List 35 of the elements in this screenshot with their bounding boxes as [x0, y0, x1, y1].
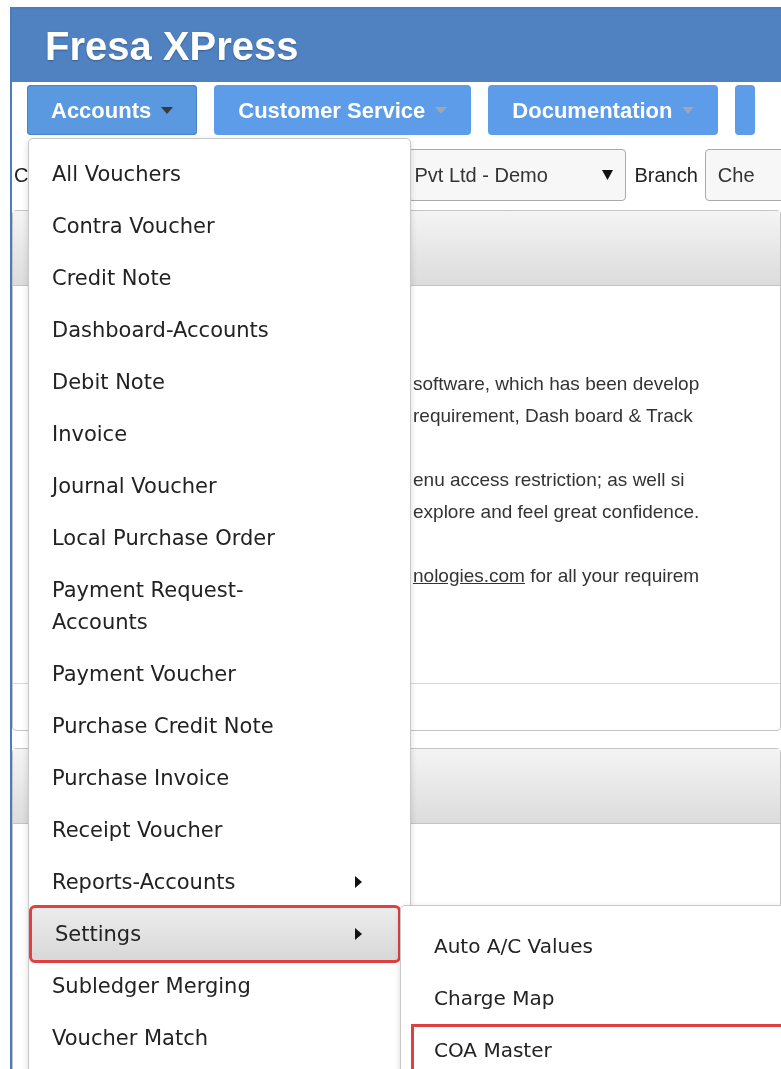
menu-item[interactable]: Contra Voucher — [29, 200, 398, 252]
menu-item[interactable]: All Vouchers — [29, 148, 398, 200]
caret-icon — [682, 106, 695, 114]
menu-item[interactable]: Local Purchase Order — [29, 512, 398, 564]
branch-select[interactable]: Che — [704, 149, 781, 201]
menu-item[interactable]: Reports-Accounts — [29, 856, 398, 908]
menu-item[interactable]: Subledger Merging — [29, 960, 398, 1012]
caret-icon — [161, 106, 174, 114]
menu-item[interactable]: Charge Map — [411, 972, 781, 1024]
menu-item[interactable]: Purchase Invoice — [29, 752, 398, 804]
menu-item[interactable]: Settings — [32, 908, 398, 960]
field-label: Branch — [634, 163, 698, 188]
menu-item[interactable]: Dashboard-Accounts — [29, 304, 398, 356]
menu-item[interactable]: Journal Voucher — [29, 460, 398, 512]
menu-item[interactable]: Payment Voucher — [29, 648, 398, 700]
menu-item[interactable]: Invoice — [29, 408, 398, 460]
intro-text: nologies.com for all your requirem — [413, 564, 701, 588]
caret-icon — [435, 106, 448, 114]
menu-item[interactable]: Purchase Credit Note — [29, 700, 398, 752]
intro-text: explore and feel great confidence. — [413, 500, 701, 524]
company-select[interactable]: Pvt Ltd - Demo — [408, 149, 627, 201]
menu-item[interactable]: Payment Request-Accounts — [29, 564, 398, 648]
menu-item[interactable]: COA Master — [411, 1024, 781, 1069]
intro-text: enu access restriction; as well si — [413, 468, 686, 492]
intro-text: software, which has been develop — [413, 372, 701, 396]
field-label: C — [14, 163, 29, 188]
menu-item[interactable]: Auto A/C Values — [411, 920, 781, 972]
dropdown-icon — [602, 170, 614, 180]
website-link[interactable]: nologies.com — [413, 565, 525, 586]
intro-text: requirement, Dash board & Track — [413, 404, 694, 428]
menu-item[interactable]: Voucher Match — [29, 1012, 398, 1064]
menu-item[interactable]: Credit Note — [29, 252, 398, 304]
menu-item[interactable]: Receipt Voucher — [29, 804, 398, 856]
menu-item[interactable]: Debit Note — [29, 356, 398, 408]
app-title: Fresa XPress — [45, 22, 299, 70]
